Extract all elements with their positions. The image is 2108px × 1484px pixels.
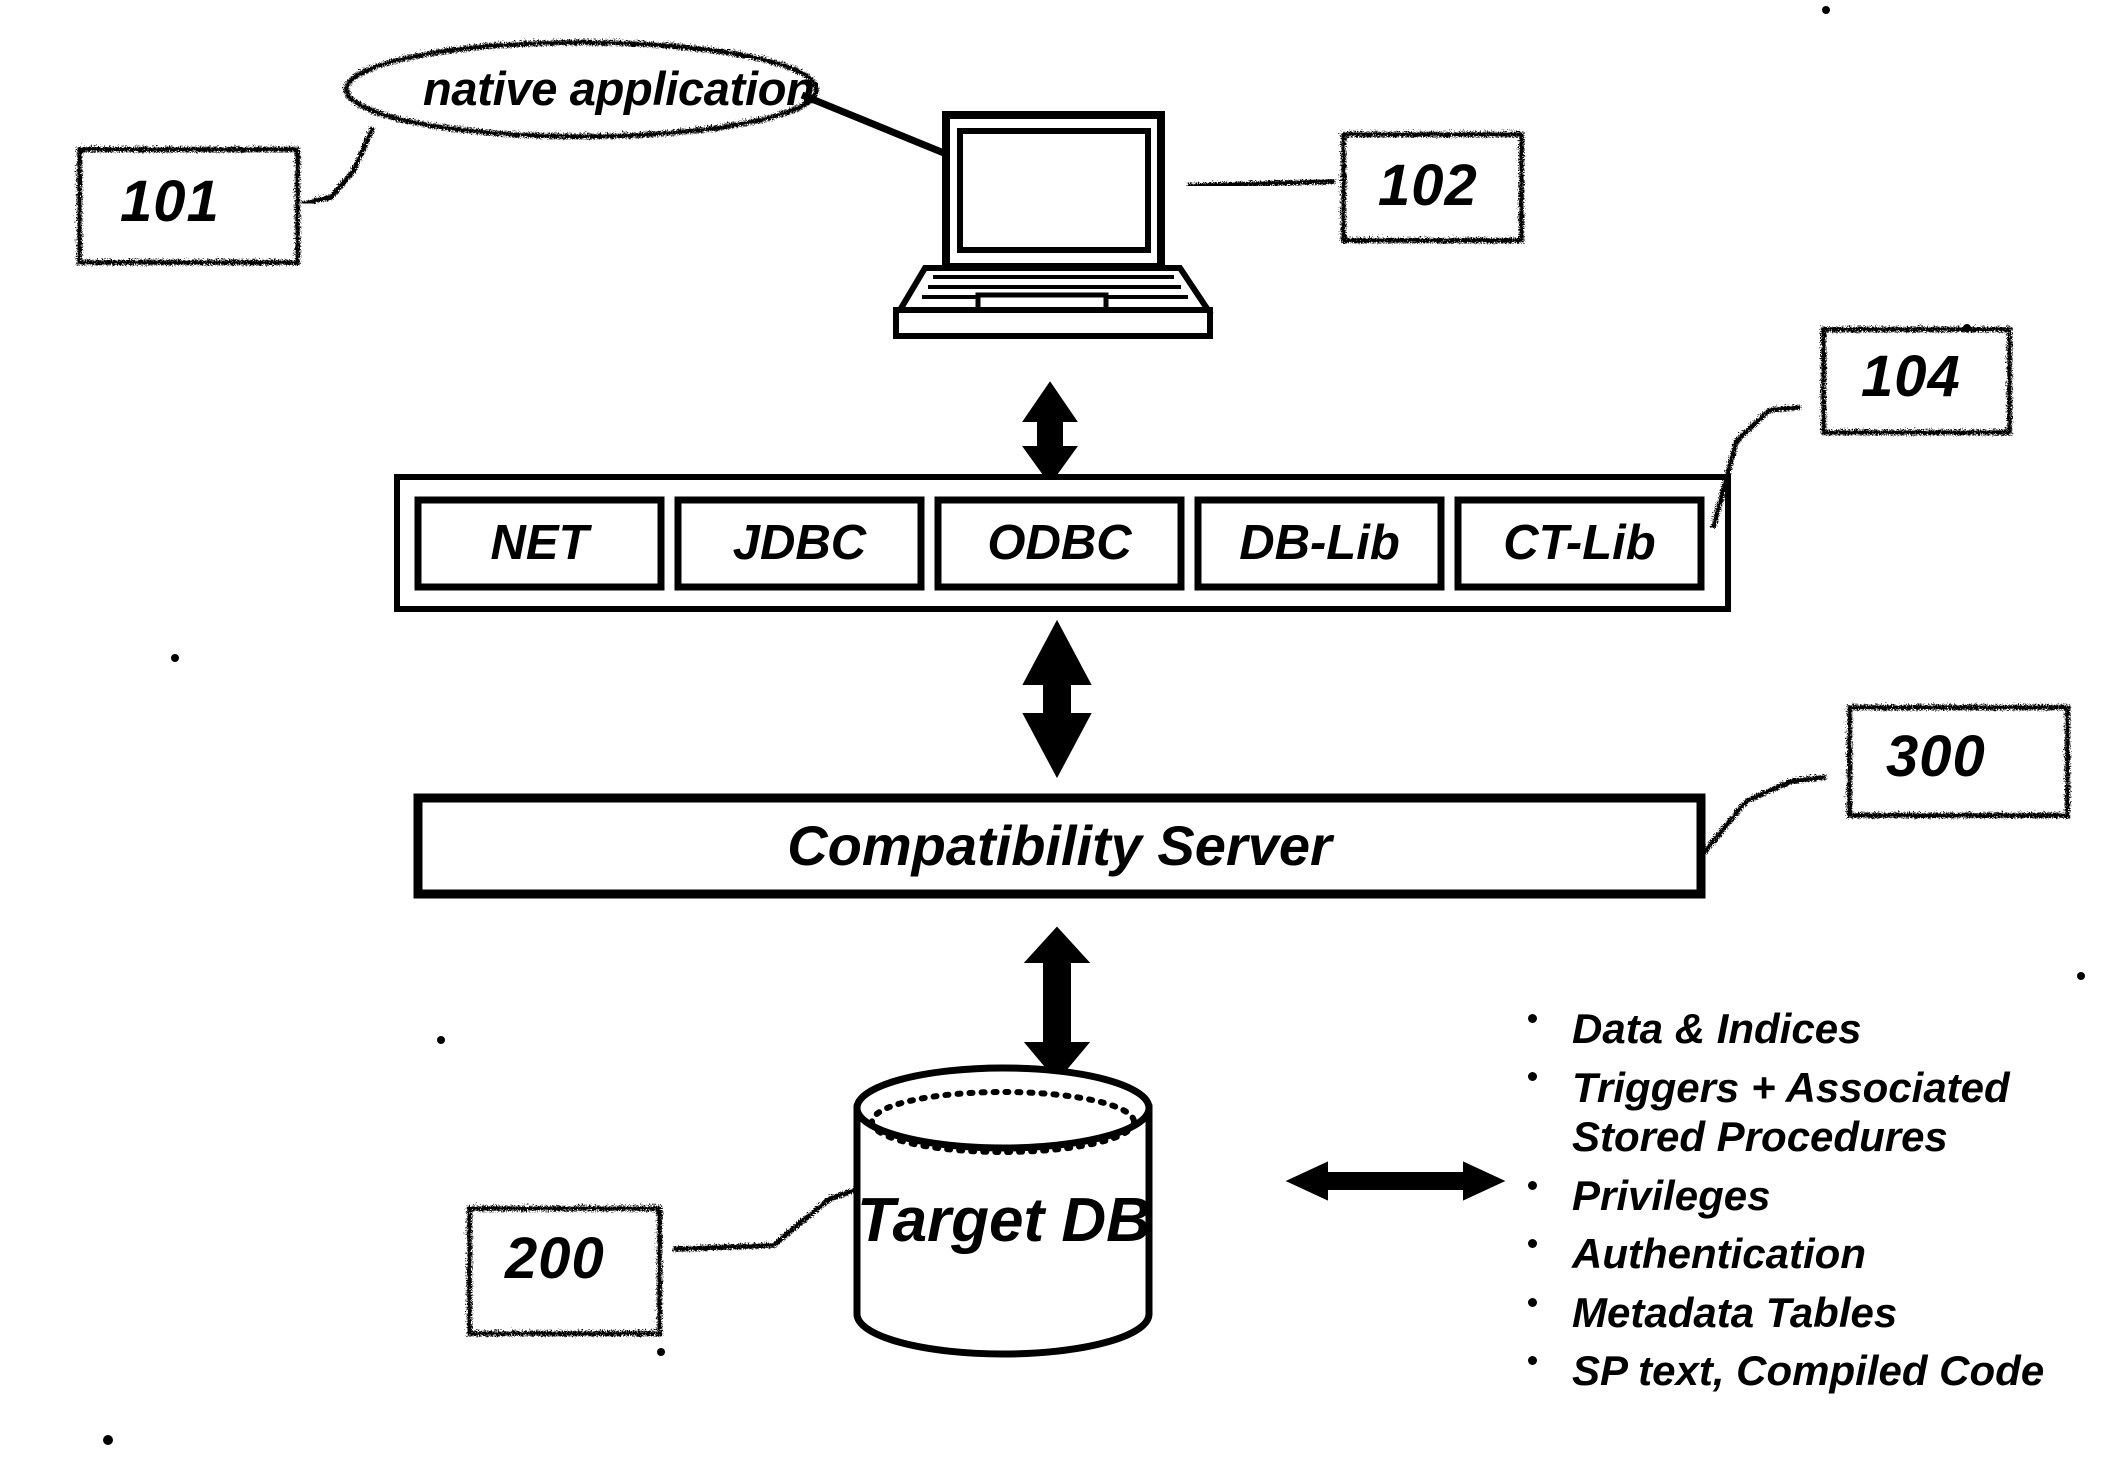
ref-label-101: 101: [120, 169, 220, 234]
list-item: Metadata Tables: [1528, 1288, 2088, 1338]
bullet-dot-icon: [1528, 1072, 1537, 1082]
scan-speck: [1822, 6, 1830, 14]
list-item-label: SP text, Compiled Code: [1572, 1347, 2045, 1395]
arrow-laptop-drivers: [1022, 381, 1078, 485]
ref-label-102: 102: [1378, 153, 1478, 218]
arrow-db-contents: [1285, 1161, 1506, 1201]
bullet-dot-icon: [1528, 1013, 1537, 1023]
target-db-label: Target DB: [857, 1186, 1151, 1255]
driver-label-odbc: ODBC: [987, 516, 1132, 570]
callout-tail-path: [311, 124, 375, 203]
compatibility-server-label: Compatibility Server: [787, 814, 1332, 877]
driver-label-ct-lib: CT-Lib: [1503, 516, 1656, 570]
bullet-dot-icon: [1528, 1356, 1537, 1366]
figure-canvas: native application 101 102 104 300 200 N…: [0, 0, 2108, 1484]
list-item: SP text, Compiled Code: [1528, 1346, 2088, 1396]
arrow-server-db: [1023, 926, 1091, 1082]
callout-tail: [311, 124, 375, 203]
laptop-icon: [893, 111, 1214, 339]
list-item-label: Triggers + Associated Stored Procedures: [1572, 1063, 2010, 1161]
bullet-dot-icon: [1528, 1297, 1537, 1307]
scan-speck: [437, 1036, 445, 1044]
ref-label-300: 300: [1886, 724, 1986, 789]
leader-101: [299, 197, 314, 206]
laptop-base: [893, 307, 1213, 339]
list-item: Authentication: [1528, 1229, 2088, 1279]
list-item-label: Authentication: [1572, 1230, 1866, 1278]
leader-200: [671, 1185, 857, 1251]
list-item-label: Metadata Tables: [1572, 1288, 1898, 1336]
list-item-label: Data & Indices: [1572, 1005, 1862, 1052]
driver-label-net: NET: [490, 516, 589, 570]
scan-speck: [657, 1348, 665, 1356]
driver-label-db-lib: DB-Lib: [1239, 516, 1400, 570]
scan-speck: [1963, 324, 1971, 332]
leader-102: [1185, 177, 1335, 188]
ref-label-200: 200: [505, 1226, 605, 1291]
db-contents-list: Data & Indices Triggers + Associated Sto…: [1528, 1004, 2088, 1405]
scan-speck: [2077, 972, 2085, 980]
arrow-drivers-server: [1022, 619, 1092, 779]
bullet-dot-icon: [1528, 1239, 1537, 1249]
native-application-label: native application: [423, 62, 815, 115]
list-item: Privileges: [1528, 1171, 2088, 1221]
list-item: Data & Indices: [1528, 1004, 2088, 1054]
list-item-label: Privileges: [1572, 1171, 1771, 1219]
ref-label-104: 104: [1861, 344, 1961, 409]
list-item: Triggers + Associated Stored Procedures: [1528, 1063, 2088, 1162]
driver-label-jdbc: JDBC: [732, 516, 867, 570]
bullet-dot-icon: [1528, 1180, 1537, 1190]
scan-speck: [103, 1435, 113, 1445]
laptop-screen: [957, 128, 1151, 253]
leader-300: [1698, 773, 1826, 857]
cylinder-top: [853, 1064, 1153, 1152]
scan-speck: [171, 654, 179, 662]
